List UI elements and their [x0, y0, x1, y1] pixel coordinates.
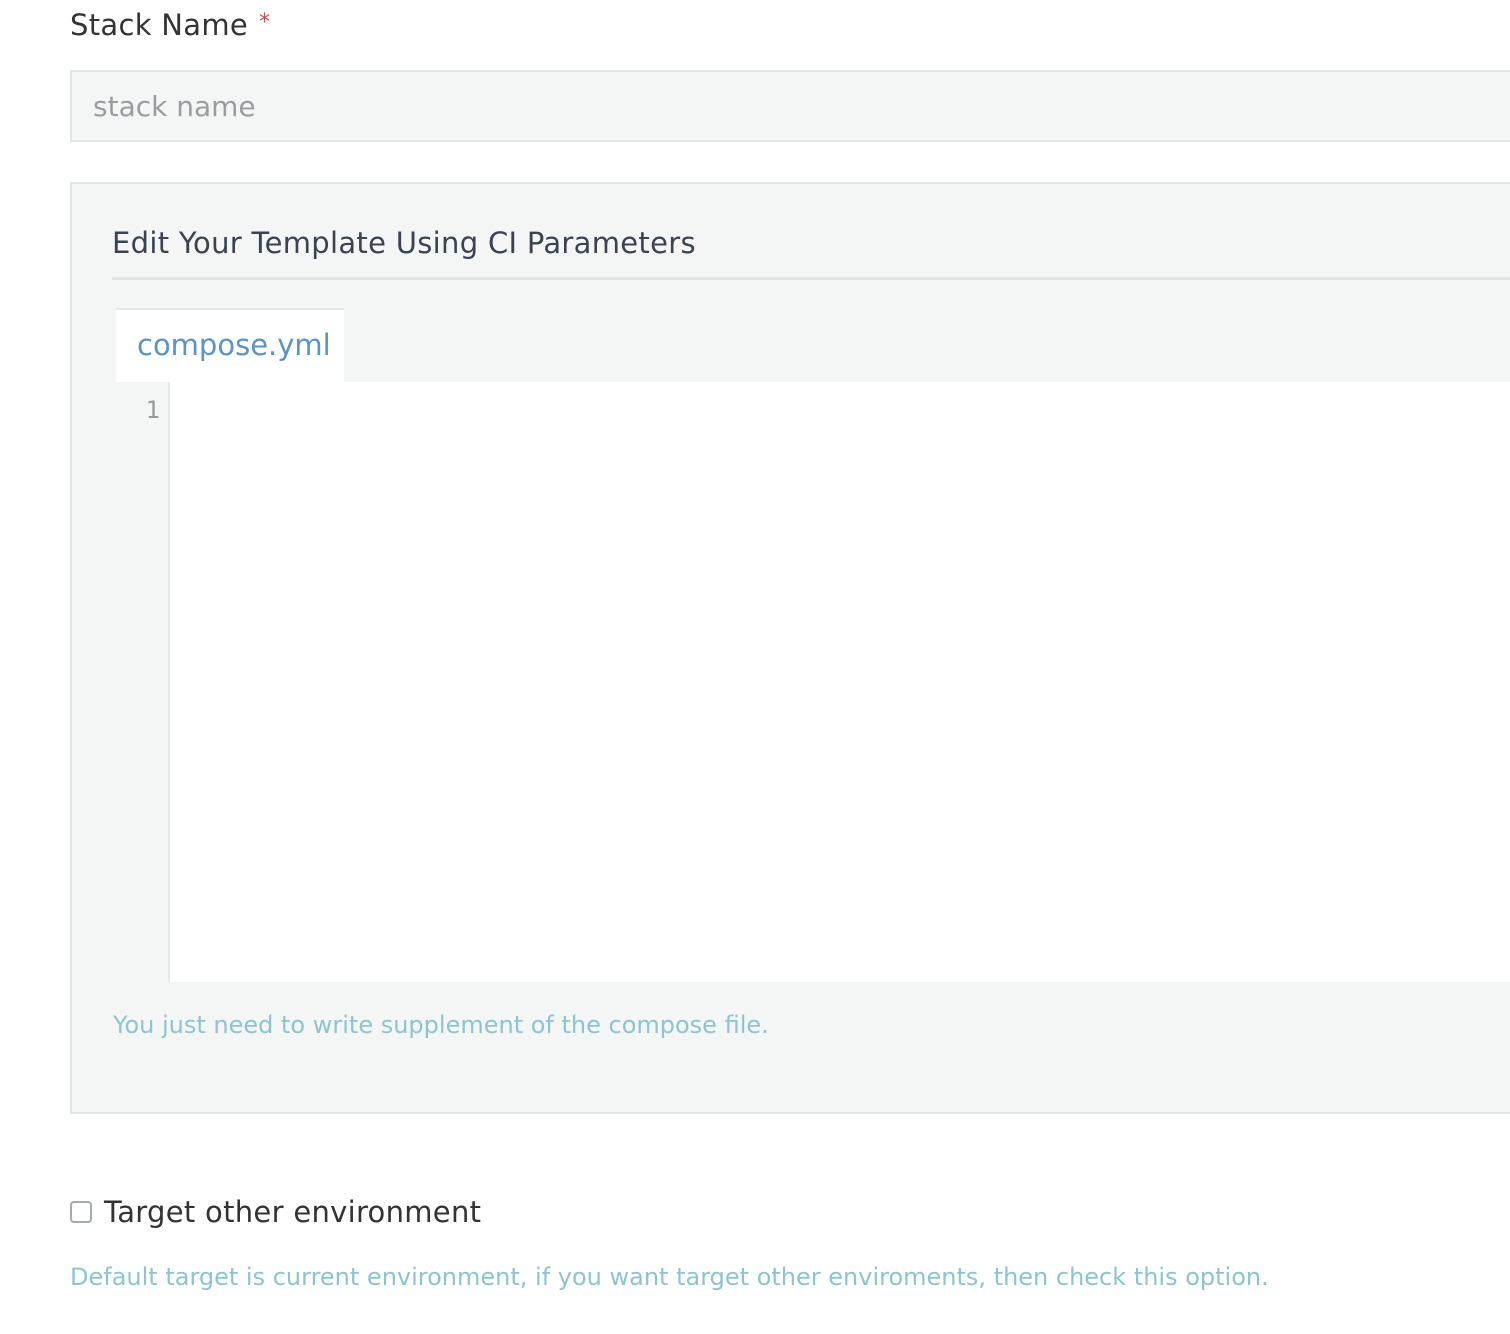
code-editor: 1 — [112, 382, 1510, 982]
template-help-text: You just need to write supplement of the… — [113, 1011, 769, 1039]
tab-compose-yml-label: compose.yml — [137, 328, 331, 362]
target-env-row: Target other environment — [70, 1195, 481, 1229]
required-marker: * — [259, 10, 270, 35]
template-panel-title: Edit Your Template Using CI Parameters — [112, 226, 696, 260]
tab-compose-yml[interactable]: compose.yml — [116, 308, 344, 384]
line-number-gutter: 1 — [112, 382, 170, 982]
target-env-label[interactable]: Target other environment — [104, 1195, 481, 1229]
line-number: 1 — [145, 396, 160, 424]
target-env-checkbox[interactable] — [70, 1201, 92, 1223]
panel-divider — [112, 277, 1510, 280]
code-editor-input[interactable] — [172, 382, 1510, 982]
stack-name-input[interactable] — [70, 70, 1510, 142]
target-env-help-text: Default target is current environment, i… — [70, 1263, 1269, 1291]
template-panel: Edit Your Template Using CI Parameters c… — [70, 182, 1510, 1114]
stack-name-label-text: Stack Name — [70, 8, 249, 42]
